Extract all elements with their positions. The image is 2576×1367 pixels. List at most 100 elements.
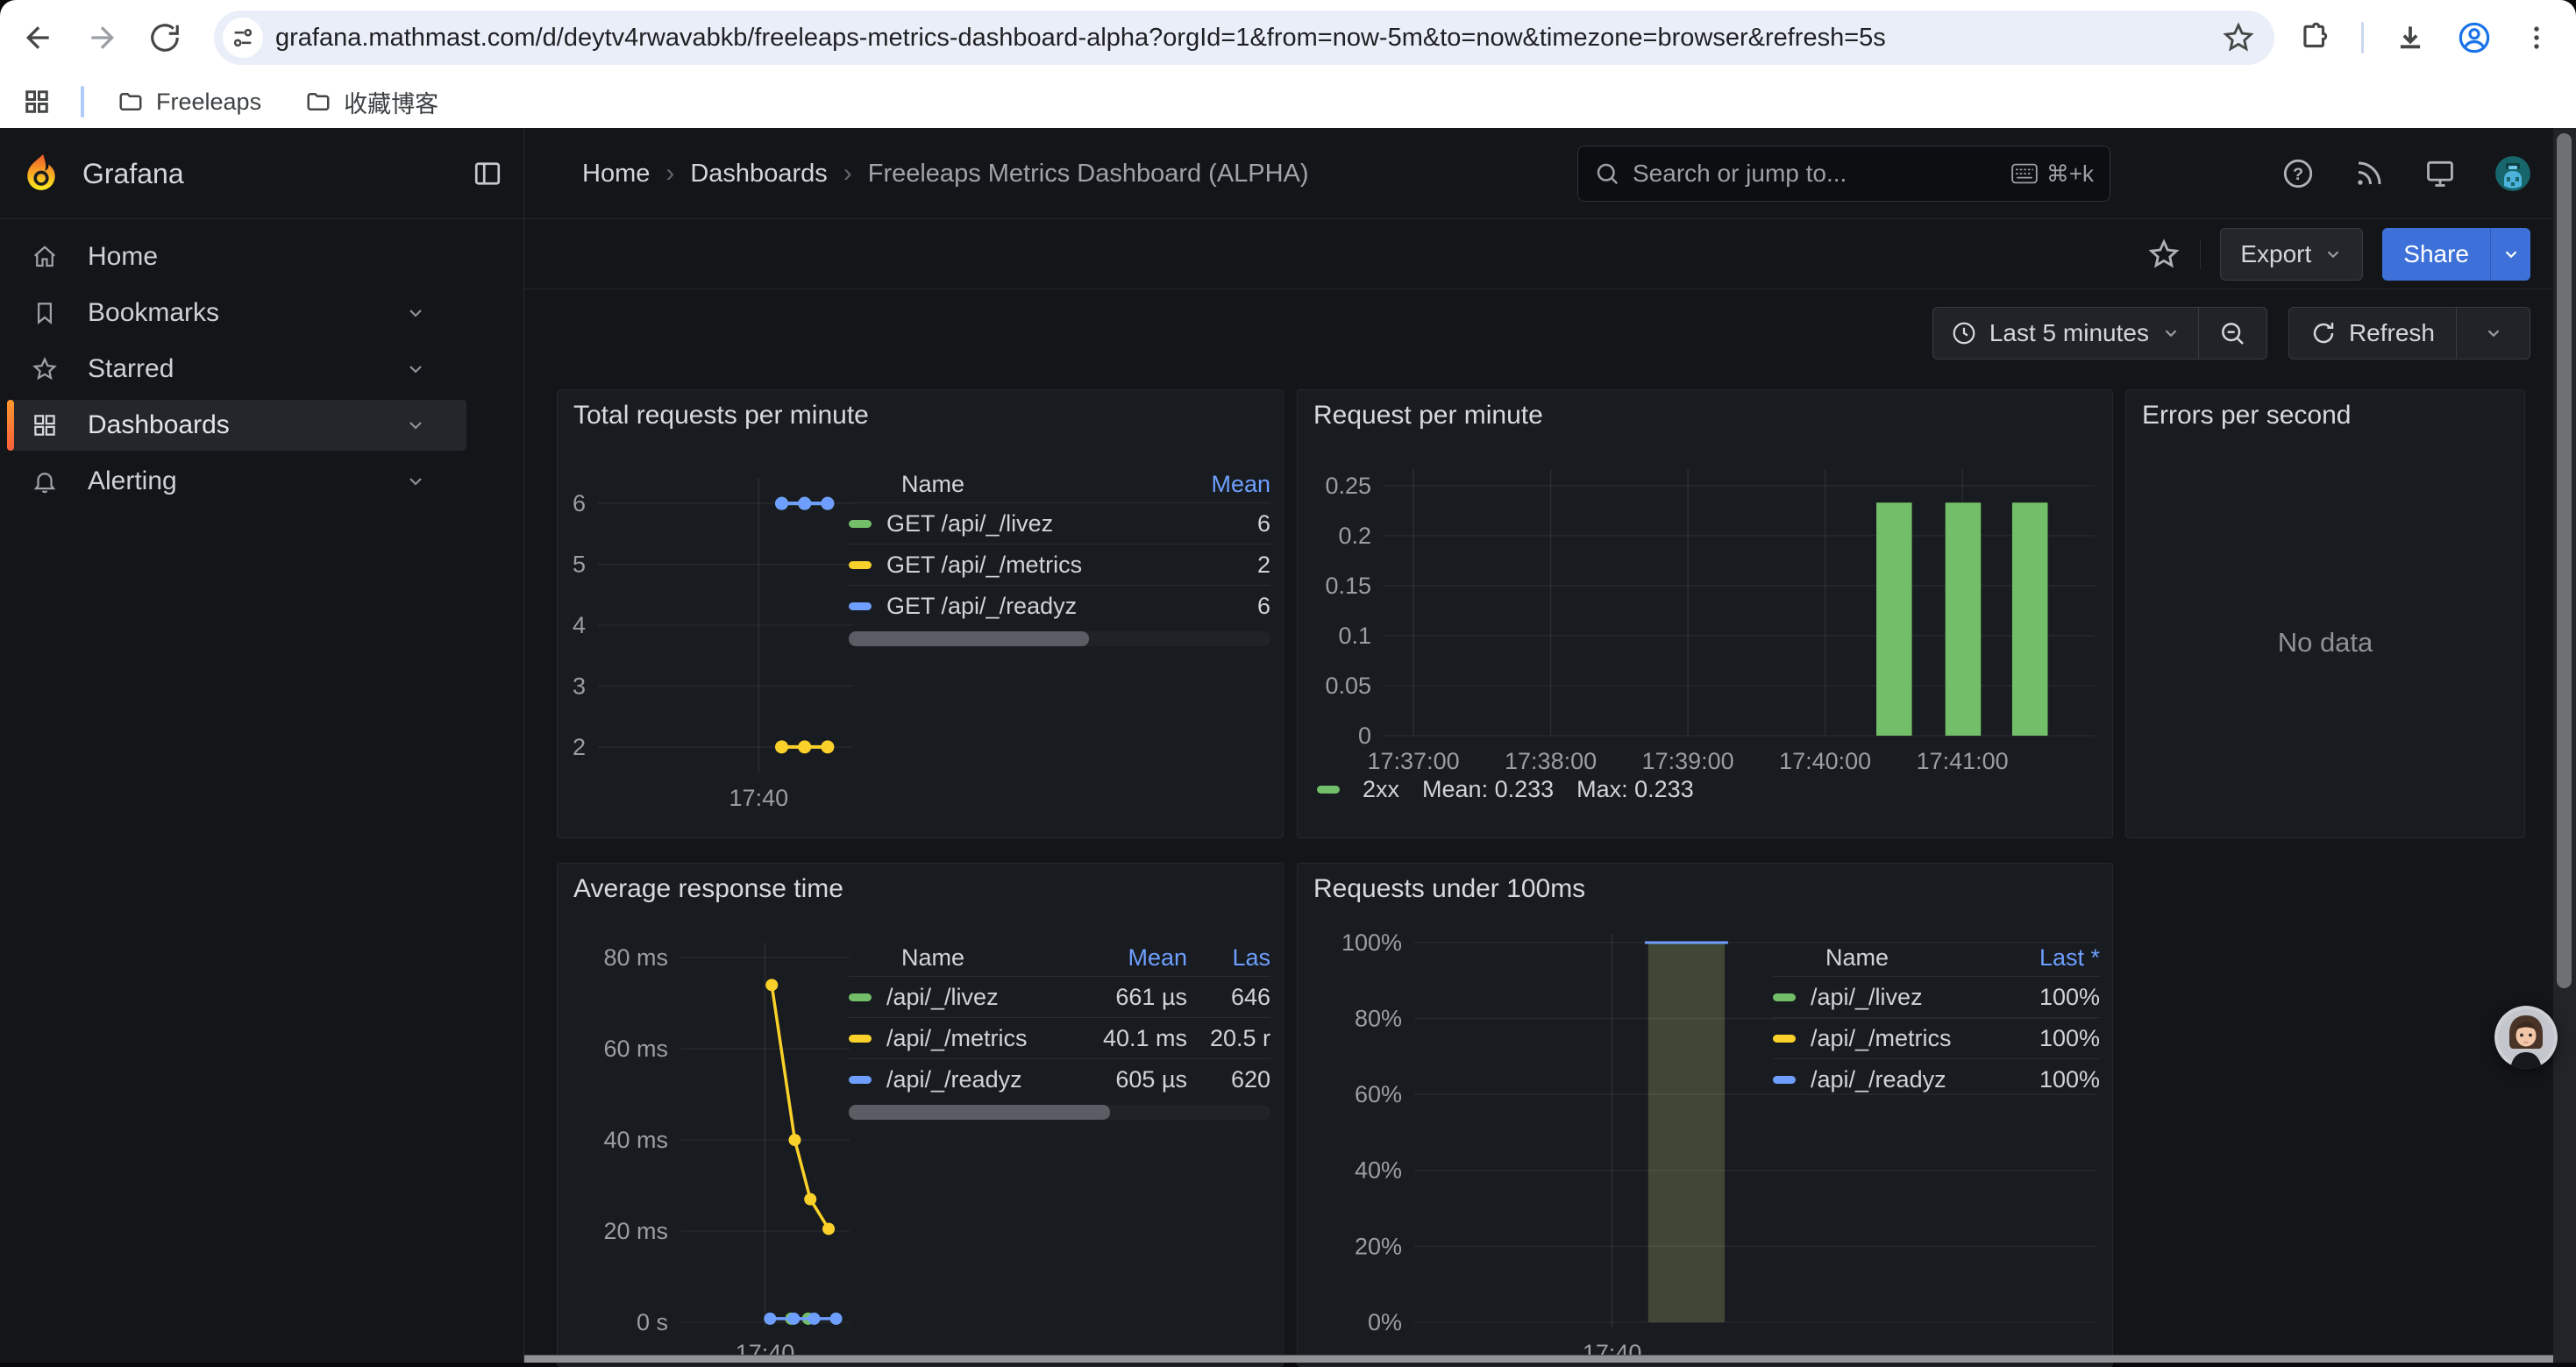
series-swatch[interactable] [1773, 1035, 1796, 1043]
legend-table: NameMeanLas /api/_/livez661 µs646 /api/_… [849, 939, 1270, 1120]
bookmark-folder-0[interactable]: Freeleaps [102, 78, 277, 126]
profile-button[interactable] [2457, 20, 2492, 55]
search-input[interactable]: Search or jump to... ⌘+k [1577, 146, 2110, 202]
svg-text:0: 0 [1358, 723, 1371, 749]
bookmarks-bar: Freeleaps收藏博客 [0, 75, 2576, 128]
export-button[interactable]: Export [2220, 228, 2363, 281]
legend-header-name[interactable]: Name [849, 944, 1069, 972]
legend-header-0[interactable]: Mean [1069, 944, 1187, 972]
legend-series-name[interactable]: GET /api/_/livez [849, 510, 1165, 538]
favorite-dashboard-button[interactable] [2147, 238, 2181, 271]
vertical-scrollbar[interactable] [2553, 128, 2576, 1363]
floating-assistant-avatar[interactable] [2494, 1006, 2558, 1069]
extensions-button[interactable] [2298, 21, 2331, 54]
series-swatch[interactable] [1773, 993, 1796, 1001]
brand-title[interactable]: Grafana [82, 158, 184, 190]
legend-series-name[interactable]: /api/_/livez [849, 984, 1069, 1011]
bar-chart[interactable]: 0.250.20.150.10.05017:37:0017:38:0017:39… [1308, 460, 2102, 802]
legend-series-name[interactable]: GET /api/_/readyz [849, 593, 1165, 620]
legend-scrollbar[interactable] [849, 1105, 1270, 1120]
panel-title[interactable]: Requests under 100ms [1313, 874, 1585, 904]
bookmark-folder-1[interactable]: 收藏博客 [289, 78, 454, 126]
refresh-interval-button[interactable] [2456, 308, 2530, 359]
back-button[interactable] [14, 13, 63, 62]
series-swatch[interactable] [849, 602, 872, 610]
legend-scrollbar-thumb[interactable] [849, 1105, 1110, 1120]
series-swatch[interactable] [849, 1035, 872, 1043]
help-button[interactable]: ? [2281, 157, 2315, 190]
legend-series-name[interactable]: /api/_/readyz [1773, 1066, 1995, 1093]
panel-title[interactable]: Errors per second [2142, 401, 2351, 431]
panel-average-response-time[interactable]: Average response time 80 ms60 ms40 ms20 … [557, 863, 1284, 1367]
series-name[interactable]: 2xx [1363, 776, 1399, 803]
sidebar-item-bookmarks[interactable]: Bookmarks [7, 288, 466, 338]
legend-scrollbar[interactable] [849, 631, 1270, 646]
legend-series-name[interactable]: /api/_/readyz [849, 1066, 1069, 1093]
series-swatch[interactable] [849, 993, 872, 1001]
legend-header-0[interactable]: Mean [1165, 471, 1270, 498]
panel-title[interactable]: Total requests per minute [573, 401, 869, 431]
dashboard-content: Last 5 minutes Refresh Total requests pe [524, 289, 2576, 1363]
legend-value: 6 [1165, 593, 1270, 620]
legend-header-1[interactable]: Las [1187, 944, 1270, 972]
svg-text:40%: 40% [1355, 1157, 1402, 1184]
series-swatch[interactable] [1773, 1076, 1796, 1084]
legend-header-0[interactable]: Last * [1995, 944, 2100, 972]
timeseries-chart[interactable]: 6543217:40 [566, 460, 860, 829]
url-text[interactable]: grafana.mathmast.com/d/deytv4rwavabkb/fr… [275, 24, 2222, 53]
browser-menu-button[interactable] [2522, 23, 2551, 53]
legend-value: 100% [1995, 1066, 2100, 1093]
share-menu-button[interactable] [2490, 228, 2530, 281]
search-placeholder: Search or jump to... [1633, 160, 1999, 188]
news-button[interactable] [2353, 158, 2385, 189]
panel-requests-under-100ms[interactable]: Requests under 100ms 100%80%60%40%20%0%1… [1297, 863, 2113, 1367]
svg-text:0%: 0% [1368, 1309, 1402, 1335]
reload-button[interactable] [140, 13, 189, 62]
sidebar-item-home[interactable]: Home [7, 231, 466, 282]
legend-header-name[interactable]: Name [849, 471, 1165, 498]
forward-button[interactable] [77, 13, 126, 62]
chevron-down-icon [2484, 324, 2503, 343]
sidebar-item-starred[interactable]: Starred [7, 344, 466, 395]
user-avatar[interactable] [2495, 156, 2530, 191]
legend-series-name[interactable]: /api/_/metrics [1773, 1025, 1995, 1052]
panel-total-requests-per-minute[interactable]: Total requests per minute 6543217:40 Nam… [557, 389, 1284, 838]
zoom-out-button[interactable] [2198, 308, 2266, 359]
address-bar[interactable]: grafana.mathmast.com/d/deytv4rwavabkb/fr… [214, 11, 2274, 65]
series-swatch[interactable] [849, 520, 872, 528]
dashboard-actions-bar: Export Share [524, 219, 2576, 289]
bookmark-star-button[interactable] [2222, 21, 2255, 54]
bookmarks-divider [81, 86, 84, 117]
horizontal-scrollbar[interactable] [524, 1355, 2553, 1363]
time-range-picker[interactable]: Last 5 minutes [1933, 308, 2198, 359]
legend-series-name[interactable]: GET /api/_/metrics [849, 552, 1165, 579]
sidebar-toggle-button[interactable] [472, 158, 503, 189]
panel-errors-per-second[interactable]: Errors per second No data [2125, 389, 2525, 838]
share-button[interactable]: Share [2382, 228, 2490, 281]
downloads-button[interactable] [2394, 21, 2427, 54]
breadcrumb-item-1[interactable]: Dashboards [690, 160, 827, 189]
folder-icon [117, 89, 144, 115]
timeseries-chart[interactable]: 80 ms60 ms40 ms20 ms0 s17:40 [566, 934, 860, 1367]
kiosk-mode-button[interactable] [2423, 157, 2457, 190]
series-swatch[interactable] [849, 1076, 872, 1084]
vertical-scrollbar-thumb[interactable] [2557, 133, 2572, 988]
grafana-logo[interactable] [23, 153, 60, 194]
svg-text:0.2: 0.2 [1338, 523, 1371, 549]
panel-title[interactable]: Request per minute [1313, 401, 1543, 431]
site-settings-button[interactable] [223, 18, 263, 58]
svg-text:17:38:00: 17:38:00 [1505, 748, 1597, 774]
panel-request-per-minute[interactable]: Request per minute 0.250.20.150.10.05017… [1297, 389, 2113, 838]
sidebar-item-dashboards[interactable]: Dashboards [7, 400, 466, 451]
legend-header-name[interactable]: Name [1773, 944, 1995, 972]
series-swatch[interactable] [849, 561, 872, 569]
legend-scrollbar-thumb[interactable] [849, 631, 1089, 646]
panel-title[interactable]: Average response time [573, 874, 843, 904]
legend-series-name[interactable]: /api/_/livez [1773, 984, 1995, 1011]
apps-button[interactable] [12, 77, 61, 126]
legend-row: /api/_/metrics100% [1773, 1017, 2100, 1058]
legend-series-name[interactable]: /api/_/metrics [849, 1025, 1069, 1052]
breadcrumb-item-0[interactable]: Home [582, 160, 650, 189]
refresh-button[interactable]: Refresh [2289, 308, 2456, 359]
sidebar-item-alerting[interactable]: Alerting [7, 456, 466, 507]
